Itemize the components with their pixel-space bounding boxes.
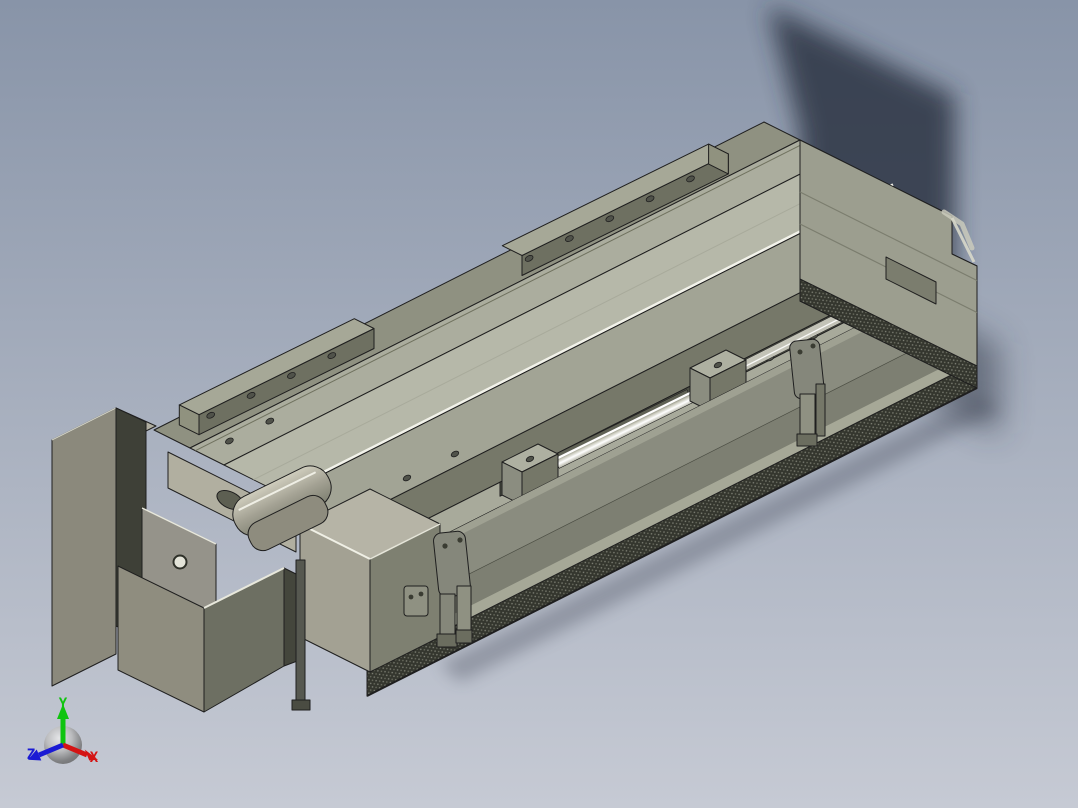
sensor-slide xyxy=(815,383,826,437)
axis-y-label: Y xyxy=(59,696,68,712)
axis-z-label: Z xyxy=(27,747,35,763)
sensor-foot xyxy=(436,633,458,648)
axis-x-label: X xyxy=(90,750,99,766)
sensor-clamp xyxy=(403,585,429,617)
sensor-foot-2 xyxy=(455,629,473,644)
mount-plate-side xyxy=(51,407,117,687)
sensor-foot xyxy=(796,433,818,447)
model-canvas[interactable]: Y X Z xyxy=(0,0,1078,808)
sensor-body xyxy=(439,593,456,637)
sensor-body xyxy=(799,393,816,439)
shaft-bore xyxy=(172,554,188,570)
sensor-body-2 xyxy=(456,585,472,633)
cad-viewport[interactable]: Y X Z xyxy=(0,0,1078,808)
